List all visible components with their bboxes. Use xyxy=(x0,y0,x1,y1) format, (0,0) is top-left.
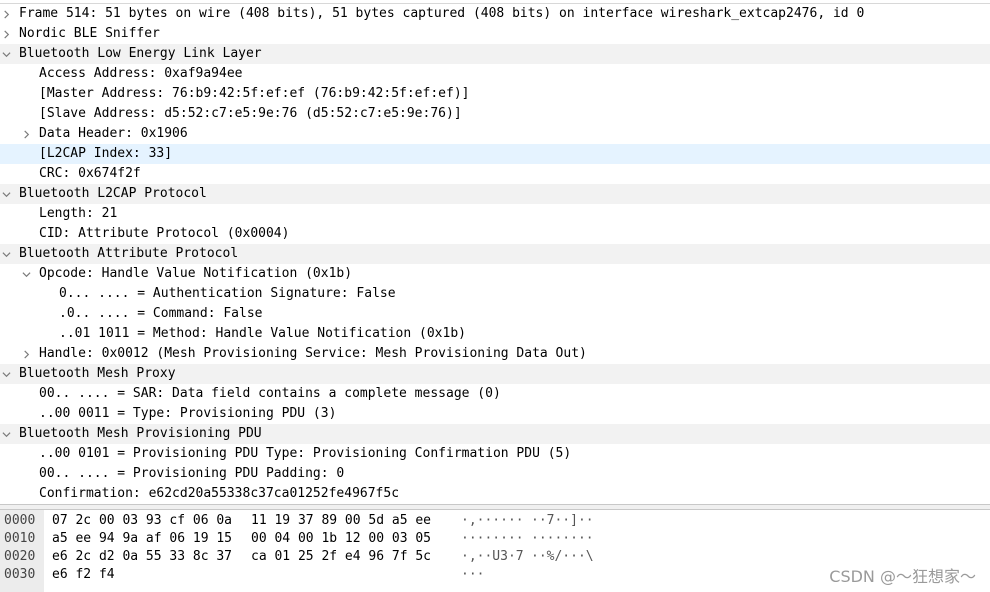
tree-field-row[interactable]: 00.. .... = Provisioning PDU Padding: 0 xyxy=(0,464,990,484)
hex-ascii-group: ··· xyxy=(461,567,485,582)
tree-field-row[interactable]: [Slave Address: d5:52:c7:e5:9e:76 (d5:52… xyxy=(0,104,990,124)
tree-field-row[interactable]: ..00 0011 = Type: Provisioning PDU (3) xyxy=(0,404,990,424)
hex-offset: 0010 xyxy=(4,531,36,546)
chevron-right-icon[interactable] xyxy=(20,124,32,144)
chevron-down-icon[interactable] xyxy=(0,244,12,264)
hex-bytes-group: ca 01 25 2f e4 96 7f 5c xyxy=(251,549,432,564)
tree-row-label: Nordic BLE Sniffer xyxy=(19,26,160,41)
tree-row-label: Opcode: Handle Value Notification (0x1b) xyxy=(39,266,353,281)
tree-field-row[interactable]: Confirmation: e62cd20a55338c37ca01252fe4… xyxy=(0,484,990,504)
tree-row-label: Frame 514: 51 bytes on wire (408 bits), … xyxy=(19,6,865,21)
tree-protocol-row[interactable]: Bluetooth Attribute Protocol xyxy=(0,244,990,264)
packet-details-tree[interactable]: Frame 514: 51 bytes on wire (408 bits), … xyxy=(0,3,990,505)
chevron-right-icon[interactable] xyxy=(0,24,12,44)
tree-field-row[interactable]: CID: Attribute Protocol (0x0004) xyxy=(0,224,990,244)
hex-bytes-group: 00 04 00 1b 12 00 03 05 xyxy=(251,531,432,546)
tree-protocol-row[interactable]: Bluetooth Low Energy Link Layer xyxy=(0,44,990,64)
tree-field-row[interactable]: ..01 1011 = Method: Handle Value Notific… xyxy=(0,324,990,344)
tree-protocol-row[interactable]: Nordic BLE Sniffer xyxy=(0,24,990,44)
hex-bytes-group: a5 ee 94 9a af 06 19 15 xyxy=(52,531,233,546)
tree-protocol-row[interactable]: Bluetooth Mesh Proxy xyxy=(0,364,990,384)
tree-row-label: Bluetooth Mesh Proxy xyxy=(19,366,176,381)
hex-ascii-group: ········ xyxy=(461,531,524,546)
tree-field-row[interactable]: CRC: 0x674f2f xyxy=(0,164,990,184)
tree-row-label: [Master Address: 76:b9:42:5f:ef:ef (76:b… xyxy=(39,86,470,101)
hex-ascii-group: ········ xyxy=(531,531,594,546)
chevron-right-icon[interactable] xyxy=(0,4,12,24)
tree-row-label: 00.. .... = Provisioning PDU Padding: 0 xyxy=(39,466,345,481)
hex-bytes-group: 07 2c 00 03 93 cf 06 0a xyxy=(52,513,233,528)
tree-row-label: ..00 0011 = Type: Provisioning PDU (3) xyxy=(39,406,337,421)
tree-field-row[interactable]: .0.. .... = Command: False xyxy=(0,304,990,324)
tree-field-row[interactable]: Data Header: 0x1906 xyxy=(0,124,990,144)
tree-row-label: 00.. .... = SAR: Data field contains a c… xyxy=(39,386,501,401)
tree-row-label: Handle: 0x0012 (Mesh Provisioning Servic… xyxy=(39,346,587,361)
tree-row-label: ..00 0101 = Provisioning PDU Type: Provi… xyxy=(39,446,572,461)
chevron-down-icon[interactable] xyxy=(20,264,32,284)
hex-ascii-group: ··%/···\ xyxy=(531,549,594,564)
chevron-down-icon[interactable] xyxy=(0,364,12,384)
hex-offset: 0000 xyxy=(4,513,36,528)
tree-row-label: Confirmation: e62cd20a55338c37ca01252fe4… xyxy=(39,486,400,501)
chevron-right-icon[interactable] xyxy=(20,344,32,364)
hex-bytes-group: e6 f2 f4 xyxy=(52,567,115,582)
tree-field-row[interactable]: 00.. .... = SAR: Data field contains a c… xyxy=(0,384,990,404)
tree-field-row[interactable]: 0... .... = Authentication Signature: Fa… xyxy=(0,284,990,304)
tree-field-row[interactable]: Access Address: 0xaf9a94ee xyxy=(0,64,990,84)
tree-field-row[interactable]: Length: 21 xyxy=(0,204,990,224)
hex-offset: 0030 xyxy=(4,567,36,582)
tree-row-label: 0... .... = Authentication Signature: Fa… xyxy=(59,286,396,301)
tree-row-label: CID: Attribute Protocol (0x0004) xyxy=(39,226,290,241)
tree-row-label: Bluetooth L2CAP Protocol xyxy=(19,186,207,201)
tree-row-label: Length: 21 xyxy=(39,206,118,221)
tree-row-label: .0.. .... = Command: False xyxy=(59,306,263,321)
tree-row-label: [L2CAP Index: 33] xyxy=(39,146,173,161)
tree-row-label: ..01 1011 = Method: Handle Value Notific… xyxy=(59,326,466,341)
watermark: CSDN @～狂想家～ xyxy=(829,567,976,586)
tree-protocol-row[interactable]: Bluetooth Mesh Provisioning PDU xyxy=(0,424,990,444)
tree-row-label: Bluetooth Mesh Provisioning PDU xyxy=(19,426,262,441)
hex-ascii-group: ·,··U3·7 xyxy=(461,549,524,564)
tree-row-label: Bluetooth Attribute Protocol xyxy=(19,246,239,261)
tree-row-label: [Slave Address: d5:52:c7:e5:9e:76 (d5:52… xyxy=(39,106,462,121)
chevron-down-icon[interactable] xyxy=(0,424,12,444)
tree-row-label: CRC: 0x674f2f xyxy=(39,166,141,181)
tree-field-row[interactable]: [L2CAP Index: 33] xyxy=(0,144,990,164)
tree-protocol-row[interactable]: Bluetooth L2CAP Protocol xyxy=(0,184,990,204)
chevron-down-icon[interactable] xyxy=(0,184,12,204)
hex-offset: 0020 xyxy=(4,549,36,564)
tree-field-row[interactable]: [Master Address: 76:b9:42:5f:ef:ef (76:b… xyxy=(0,84,990,104)
hex-ascii-group: ··7··]·· xyxy=(531,513,594,528)
hex-ascii-group: ·,······ xyxy=(461,513,524,528)
tree-field-row[interactable]: Handle: 0x0012 (Mesh Provisioning Servic… xyxy=(0,344,990,364)
hex-bytes-group: e6 2c d2 0a 55 33 8c 37 xyxy=(52,549,233,564)
tree-row-label: Access Address: 0xaf9a94ee xyxy=(39,66,243,81)
tree-row-label: Data Header: 0x1906 xyxy=(39,126,188,141)
wireshark-packet-view: Frame 514: 51 bytes on wire (408 bits), … xyxy=(0,0,990,592)
chevron-down-icon[interactable] xyxy=(0,44,12,64)
tree-row-label: Bluetooth Low Energy Link Layer xyxy=(19,46,262,61)
tree-field-row[interactable]: ..00 0101 = Provisioning PDU Type: Provi… xyxy=(0,444,990,464)
hex-bytes-group: 11 19 37 89 00 5d a5 ee xyxy=(251,513,432,528)
tree-field-row[interactable]: Opcode: Handle Value Notification (0x1b) xyxy=(0,264,990,284)
tree-protocol-row[interactable]: Frame 514: 51 bytes on wire (408 bits), … xyxy=(0,4,990,24)
